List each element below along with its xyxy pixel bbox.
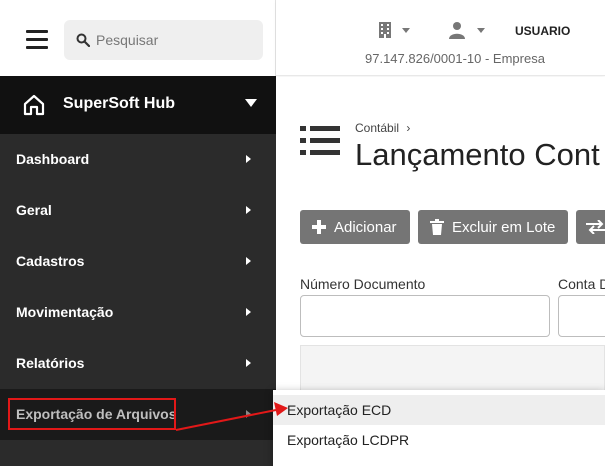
search-icon: [76, 33, 90, 47]
submenu-item-export-ecd[interactable]: Exportação ECD: [273, 395, 605, 425]
chevron-right-icon: [246, 257, 251, 265]
chevron-right-icon: [246, 206, 251, 214]
brand-header[interactable]: SuperSoft Hub: [0, 76, 276, 134]
chevron-right-icon: [246, 410, 251, 418]
sidebar: SuperSoft Hub Dashboard Geral Cadastros …: [0, 0, 276, 466]
transfer-arrows-icon: [586, 220, 605, 234]
user-icon[interactable]: [448, 21, 466, 39]
submenu-item-label: Exportação LCDPR: [287, 432, 410, 448]
user-name[interactable]: USUARIO: [515, 24, 570, 38]
home-icon: [23, 94, 45, 116]
list-icon: [300, 126, 340, 155]
search-box[interactable]: [64, 20, 263, 60]
brand-label: SuperSoft Hub: [63, 95, 175, 112]
sidebar-item-label: Dashboard: [16, 151, 90, 167]
caret-down-icon[interactable]: [245, 99, 257, 107]
sidebar-top-bar: [0, 0, 276, 76]
document-number-label: Número Documento: [300, 276, 426, 292]
chevron-right-icon: [246, 155, 251, 163]
submenu-item-label: Exportação ECD: [287, 402, 392, 418]
account-label: Conta D: [558, 276, 605, 292]
sidebar-item-label: Movimentação: [16, 304, 114, 320]
sidebar-item-label: Cadastros: [16, 253, 85, 269]
delete-batch-button-label: Excluir em Lote: [452, 219, 556, 236]
chevron-right-icon: [246, 308, 251, 316]
account-input[interactable]: [558, 295, 605, 337]
export-submenu: Exportação ECD Exportação LCDPR: [273, 390, 605, 466]
hamburger-menu-icon[interactable]: [26, 30, 48, 50]
sidebar-item-label: Relatórios: [16, 355, 85, 371]
breadcrumb: Contábil ›: [355, 121, 410, 135]
document-number-input[interactable]: [300, 295, 550, 337]
annotation-highlight-box: [8, 398, 176, 430]
add-button-label: Adicionar: [334, 219, 397, 236]
delete-batch-button[interactable]: Excluir em Lote: [418, 210, 568, 244]
search-input[interactable]: [96, 20, 256, 60]
sidebar-item-relatorios[interactable]: Relatórios: [0, 338, 276, 389]
breadcrumb-item[interactable]: Contábil: [355, 121, 399, 135]
caret-down-icon[interactable]: [477, 28, 485, 33]
submenu-item-export-lcdpr[interactable]: Exportação LCDPR: [273, 425, 605, 455]
sidebar-item-dashboard[interactable]: Dashboard: [0, 134, 276, 185]
app-root: SuperSoft Hub Dashboard Geral Cadastros …: [0, 0, 605, 466]
top-header: USUARIO 97.147.826/0001-10 - Empresa: [276, 0, 605, 76]
page-title: Lançamento Cont: [355, 137, 600, 172]
caret-down-icon[interactable]: [402, 28, 410, 33]
company-info: 97.147.826/0001-10 - Empresa: [365, 51, 545, 66]
building-icon[interactable]: [378, 21, 392, 39]
chevron-right-icon: [246, 359, 251, 367]
breadcrumb-separator: ›: [406, 121, 411, 135]
sidebar-item-label: Geral: [16, 202, 52, 218]
sidebar-item-movimentacao[interactable]: Movimentação: [0, 287, 276, 338]
add-button[interactable]: Adicionar: [300, 210, 410, 244]
transfer-button[interactable]: [576, 210, 605, 244]
sidebar-item-geral[interactable]: Geral: [0, 185, 276, 236]
trash-icon: [430, 219, 444, 235]
sidebar-item-cadastros[interactable]: Cadastros: [0, 236, 276, 287]
plus-icon: [312, 220, 326, 234]
